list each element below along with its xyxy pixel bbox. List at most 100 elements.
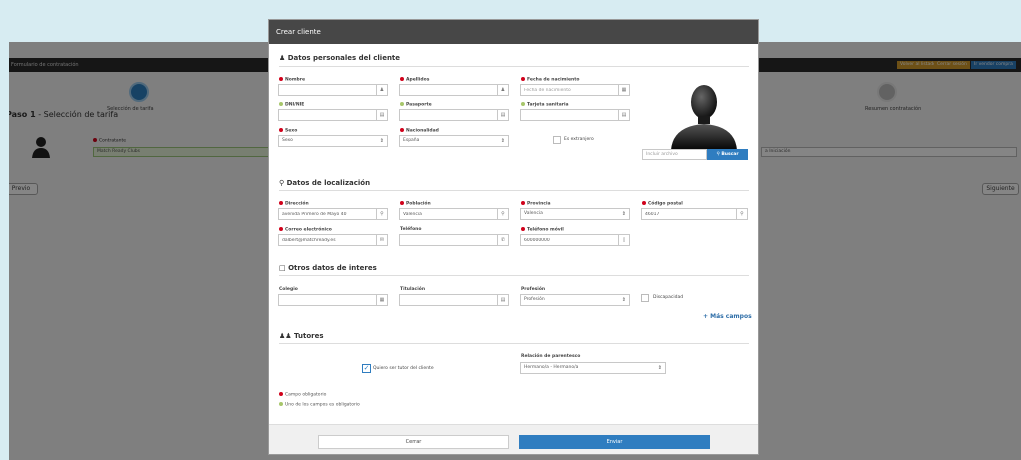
plus-icon: + [703,313,709,320]
correo-field[interactable]: ✉ [278,234,388,246]
mobile-icon: ▯ [618,235,629,245]
user-icon: ♟ [497,85,508,95]
relacion-label: Relación de parentesco [521,354,581,359]
tutor-checkbox[interactable]: ✓ [362,364,371,373]
poblacion-input[interactable] [400,209,508,219]
folder-icon: □ [279,264,286,272]
apellidos-label: Apellidos [400,77,429,83]
nacimiento-input[interactable] [521,85,629,95]
provincia-label: Provincia [521,201,551,207]
sexo-select[interactable]: Sexo ⇕ [278,135,388,147]
pasaporte-label: Pasaporte [400,102,432,108]
check-icon: ✓ [363,364,370,372]
relacion-select[interactable]: Hermano/a - Hermano/a ⇕ [520,362,666,374]
movil-input[interactable] [521,235,629,245]
section-tutors-title: ♟♟ Tutores [279,332,324,340]
movil-field[interactable]: ▯ [520,234,630,246]
colegio-field[interactable]: ▦ [278,294,388,306]
phone-icon: ✆ [497,235,508,245]
dialog-footer: Cerrar Enviar [269,424,758,454]
divider [279,190,749,191]
cp-field[interactable]: ⚲ [641,208,748,220]
cp-label: Código postal [642,201,683,207]
colegio-input[interactable] [279,295,387,305]
divider [279,275,749,276]
titulacion-field[interactable]: ▤ [399,294,509,306]
tarjeta-field[interactable]: ▤ [520,109,630,121]
section-location-title: ⚲ Datos de localización [279,179,371,187]
correo-label: Correo electrónico [279,227,332,233]
nombre-field[interactable]: ♟ [278,84,388,96]
poblacion-field[interactable]: ⚲ [399,208,509,220]
sexo-label: Sexo [279,128,297,134]
apellidos-input[interactable] [400,85,508,95]
direccion-input[interactable] [279,209,387,219]
id-card-icon: ▤ [497,110,508,120]
nacionalidad-label: Nacionalidad [400,128,439,134]
map-pin-icon: ⚲ [736,209,747,219]
provincia-select[interactable]: Valencia ⇕ [520,208,630,220]
tutor-checkbox-label: Quiero ser tutor del cliente [373,366,434,371]
building-icon: ▦ [376,295,387,305]
map-pin-icon: ⚲ [376,209,387,219]
extranjero-label: Es extranjero [564,137,594,142]
nacimiento-label: Fecha de nacimiento [521,77,579,83]
profesion-label: Profesión [521,287,546,292]
profesion-select[interactable]: Profesión ⇕ [520,294,630,306]
select-arrows-icon: ⇕ [500,138,505,144]
direccion-label: Dirección [279,201,309,207]
close-button[interactable]: Cerrar [318,435,509,449]
poblacion-label: Población [400,201,431,207]
select-arrows-icon: ⇕ [657,365,662,371]
browse-file-button[interactable]: ⚲ Buscar [707,149,748,160]
movil-label: Teléfono móvil [521,227,564,233]
extranjero-checkbox[interactable] [553,136,561,144]
create-client-dialog: Crear cliente ♟ Datos personales del cli… [268,19,759,455]
send-button[interactable]: Enviar [519,435,710,449]
cp-input[interactable] [642,209,747,219]
tarjeta-input[interactable] [521,110,629,120]
correo-input[interactable] [279,235,387,245]
discapacidad-checkbox[interactable] [641,294,649,302]
nombre-input[interactable] [279,85,387,95]
dialog-title: Crear cliente [276,28,321,36]
nombre-label: Nombre [279,77,305,83]
nacimiento-field[interactable]: ▦ [520,84,630,96]
pasaporte-input[interactable] [400,110,508,120]
titulacion-label: Titulación [400,287,426,292]
direccion-field[interactable]: ⚲ [278,208,388,220]
user-icon: ♟ [376,85,387,95]
dni-input[interactable] [279,110,387,120]
more-fields-link[interactable]: + Más campos [703,313,752,320]
legend-one-of: Uno de los campos es obligatorio [279,402,360,408]
select-arrows-icon: ⇕ [621,297,626,303]
map-pin-icon: ⚲ [279,179,285,187]
telefono-field[interactable]: ✆ [399,234,509,246]
legend-required: Campo obligatorio [279,392,326,398]
file-input[interactable]: Incluir archivo [642,149,707,160]
envelope-icon: ✉ [376,235,387,245]
calendar-icon: ▦ [618,85,629,95]
search-icon: ⚲ [716,152,720,157]
tarjeta-label: Tarjeta sanitaria [521,102,569,108]
dni-field[interactable]: ▤ [278,109,388,121]
map-pin-icon: ⚲ [497,209,508,219]
nacionalidad-select[interactable]: España ⇕ [399,135,509,147]
colegio-label: Colegio [279,287,298,292]
dialog-header: Crear cliente [269,20,758,44]
dni-label: DNI/NIE [279,102,304,108]
discapacidad-label: Discapacidad [653,295,684,300]
apellidos-field[interactable]: ♟ [399,84,509,96]
divider [279,66,749,67]
card-icon: ▤ [618,110,629,120]
section-personal-title: ♟ Datos personales del cliente [279,54,401,62]
id-card-icon: ▤ [376,110,387,120]
certificate-icon: ▤ [497,295,508,305]
telefono-label: Teléfono [400,227,422,232]
telefono-input[interactable] [400,235,508,245]
divider [279,343,749,344]
select-arrows-icon: ⇕ [379,138,384,144]
user-icon: ♟ [279,54,286,62]
titulacion-input[interactable] [400,295,508,305]
pasaporte-field[interactable]: ▤ [399,109,509,121]
